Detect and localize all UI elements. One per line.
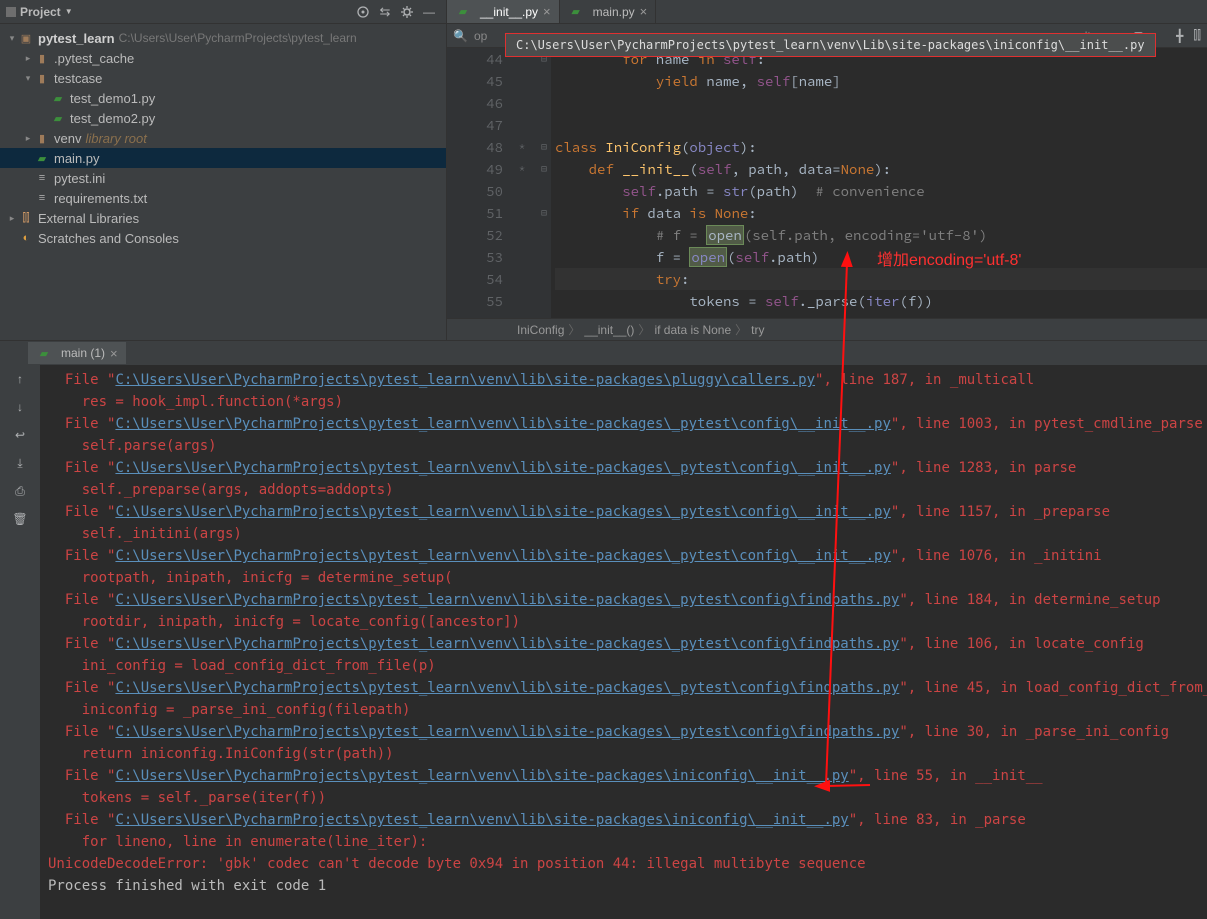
run-tab-main[interactable]: ▰ main (1) × <box>28 342 126 364</box>
project-title[interactable]: Project ▼ <box>6 5 73 19</box>
stacktrace-link[interactable]: C:\Users\User\PycharmProjects\pytest_lea… <box>115 724 899 740</box>
print-icon[interactable]: ⎙ <box>10 481 30 501</box>
tree-item[interactable]: ▰test_demo2.py <box>0 108 446 128</box>
editor-tabs: ▰__init__.py×▰main.py× <box>447 0 1207 24</box>
project-header: Project ▼ ⇆ — <box>0 0 446 24</box>
tree-item[interactable]: ▸▮.pytest_cache <box>0 48 446 68</box>
code-editor[interactable]: 444546474849505152535455 ** ⊟⊟⊟⊟ 增加encod… <box>447 48 1207 318</box>
folder-icon: ▮ <box>34 70 50 86</box>
py-icon: ▰ <box>50 110 66 126</box>
breadcrumb-item[interactable]: try <box>751 323 764 337</box>
breadcrumb[interactable]: IniConfig〉__init__()〉if data is None〉try <box>447 318 1207 340</box>
project-tool-window: Project ▼ ⇆ — ▾ ▣ pytest_learn C:\Users\… <box>0 0 447 340</box>
stacktrace-link[interactable]: C:\Users\User\PycharmProjects\pytest_lea… <box>115 504 890 520</box>
editor-tab[interactable]: ▰__init__.py× <box>447 0 560 23</box>
tree-item[interactable]: ▰test_demo1.py <box>0 88 446 108</box>
add-occurrence-icon[interactable]: ╋ <box>1176 29 1183 43</box>
python-icon: ▰ <box>36 345 52 361</box>
run-tool-window: ▰ main (1) × ↑ ↓ ↩ ⤓ ⎙ 🗑 File "C:\Users\… <box>0 340 1207 919</box>
file-path-tooltip: C:\Users\User\PycharmProjects\pytest_lea… <box>505 33 1156 57</box>
stacktrace-link[interactable]: C:\Users\User\PycharmProjects\pytest_lea… <box>115 812 848 828</box>
stacktrace-link[interactable]: C:\Users\User\PycharmProjects\pytest_lea… <box>115 460 890 476</box>
folder-icon: ▮ <box>34 130 50 146</box>
user-annotation: 增加encoding='utf-8' <box>877 250 1021 272</box>
stacktrace-link[interactable]: C:\Users\User\PycharmProjects\pytest_lea… <box>115 548 890 564</box>
search-icon: 🔍 <box>453 29 468 43</box>
console-output[interactable]: File "C:\Users\User\PycharmProjects\pyte… <box>40 365 1207 919</box>
expand-all-icon[interactable]: ⇆ <box>374 2 396 22</box>
tree-item[interactable]: ▾▮testcase <box>0 68 446 88</box>
up-stack-icon[interactable]: ↑ <box>10 369 30 389</box>
py-icon: ▰ <box>50 90 66 106</box>
close-icon[interactable]: × <box>640 4 648 19</box>
tree-item[interactable]: ≡pytest.ini <box>0 168 446 188</box>
project-tree[interactable]: ▾ ▣ pytest_learn C:\Users\User\PycharmPr… <box>0 24 446 252</box>
console-toolbar: ↑ ↓ ↩ ⤓ ⎙ 🗑 <box>0 365 40 919</box>
stacktrace-link[interactable]: C:\Users\User\PycharmProjects\pytest_lea… <box>115 636 899 652</box>
stacktrace-link[interactable]: C:\Users\User\PycharmProjects\pytest_lea… <box>115 680 899 696</box>
project-root[interactable]: ▾ ▣ pytest_learn C:\Users\User\PycharmPr… <box>0 28 446 48</box>
external-libraries[interactable]: ▸ ⫿⫿ External Libraries <box>0 208 446 228</box>
stacktrace-link[interactable]: C:\Users\User\PycharmProjects\pytest_lea… <box>115 592 899 608</box>
stacktrace-link[interactable]: C:\Users\User\PycharmProjects\pytest_lea… <box>115 372 815 388</box>
breadcrumb-item[interactable]: __init__() <box>584 323 634 337</box>
tree-item[interactable]: ▸▮venvlibrary root <box>0 128 446 148</box>
scroll-end-icon[interactable]: ⤓ <box>10 453 30 473</box>
locate-icon[interactable] <box>352 2 374 22</box>
close-icon[interactable]: × <box>543 4 551 19</box>
close-icon[interactable]: × <box>110 346 118 361</box>
python-icon: ▰ <box>455 4 471 20</box>
folder-icon: ▮ <box>34 50 50 66</box>
editor: ▰__init__.py×▰main.py× 🔍 op lts ↑ ↓ ▢ ╋ … <box>447 0 1207 340</box>
hide-icon[interactable]: — <box>418 2 440 22</box>
file-icon: ≡ <box>34 170 50 186</box>
settings-icon[interactable] <box>396 2 418 22</box>
run-tabs: ▰ main (1) × <box>0 341 1207 365</box>
stacktrace-link[interactable]: C:\Users\User\PycharmProjects\pytest_lea… <box>115 768 848 784</box>
editor-tab[interactable]: ▰main.py× <box>560 0 657 23</box>
select-all-icon[interactable]: ⫿⫿ <box>1193 28 1201 43</box>
stacktrace-link[interactable]: C:\Users\User\PycharmProjects\pytest_lea… <box>115 416 890 432</box>
search-input[interactable]: op <box>474 29 487 43</box>
breadcrumb-item[interactable]: if data is None <box>654 323 731 337</box>
python-icon: ▰ <box>568 4 584 20</box>
breadcrumb-item[interactable]: IniConfig <box>517 323 564 337</box>
tree-item[interactable]: ≡requirements.txt <box>0 188 446 208</box>
delete-icon[interactable]: 🗑 <box>10 509 30 529</box>
soft-wrap-icon[interactable]: ↩ <box>10 425 30 445</box>
file-icon: ≡ <box>34 190 50 206</box>
tree-item[interactable]: ▰main.py <box>0 148 446 168</box>
scratches-consoles[interactable]: ▸ ◐ Scratches and Consoles <box>0 228 446 248</box>
py-icon: ▰ <box>34 150 50 166</box>
down-stack-icon[interactable]: ↓ <box>10 397 30 417</box>
